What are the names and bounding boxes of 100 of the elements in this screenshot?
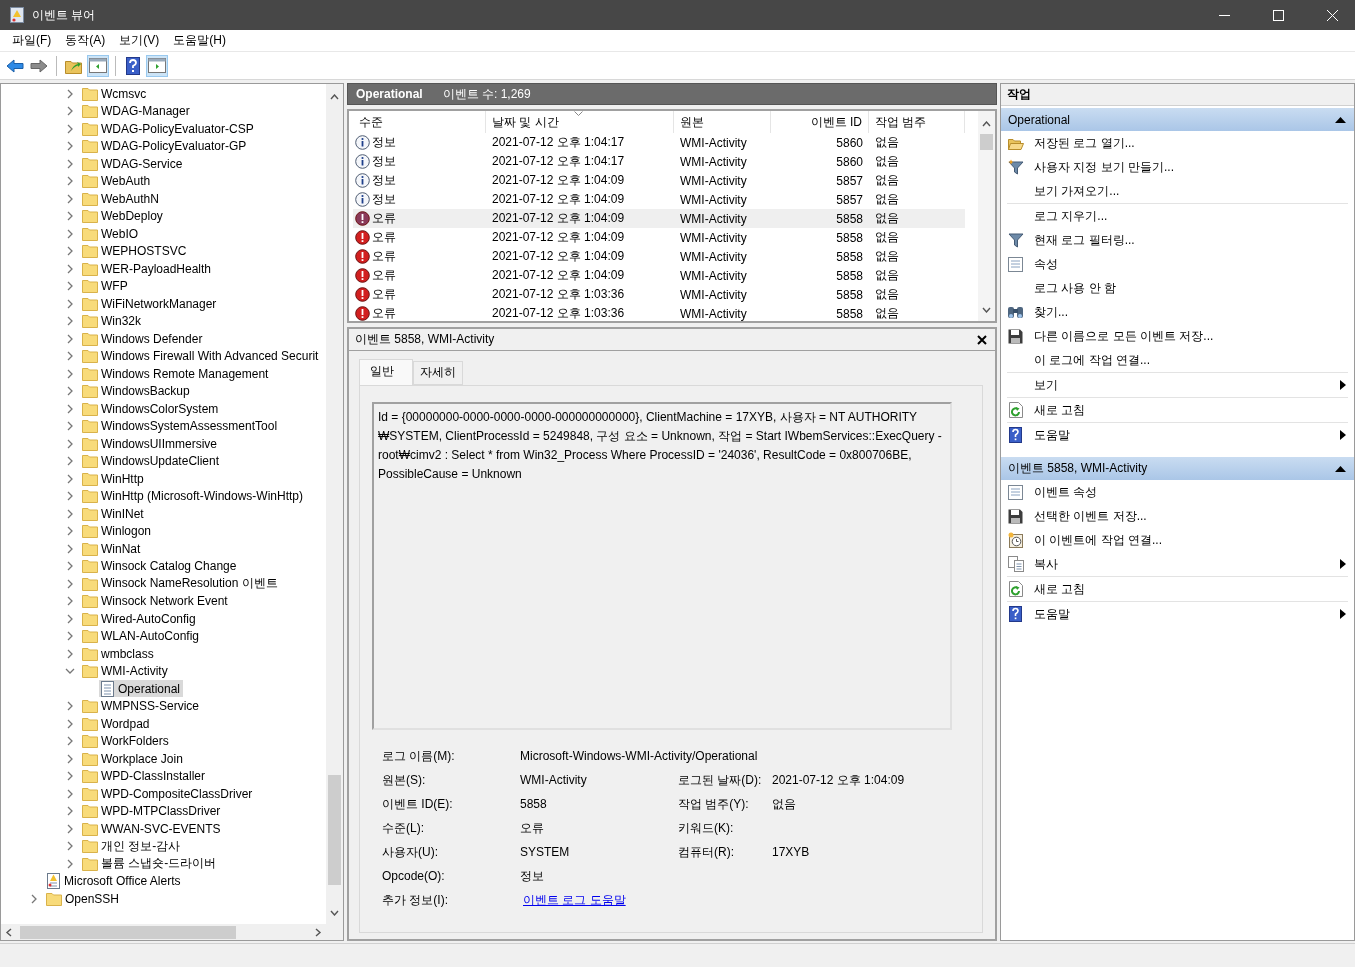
tree-item[interactable]: WindowsUIImmersive: [81, 435, 220, 453]
tree-item[interactable]: WMI-Activity: [81, 662, 171, 680]
scroll-down-icon[interactable]: [982, 307, 991, 313]
chevron-right-icon[interactable]: [65, 613, 75, 624]
chevron-right-icon[interactable]: [65, 106, 75, 117]
chevron-right-icon[interactable]: [65, 561, 75, 572]
chevron-right-icon[interactable]: [65, 771, 75, 782]
tree-item[interactable]: WinNat: [81, 540, 144, 558]
tree-item[interactable]: Wordpad: [81, 715, 153, 733]
action-item[interactable]: 도움말: [1034, 605, 1330, 623]
tree-item[interactable]: Windows Remote Management: [81, 365, 272, 383]
tree-item[interactable]: Winlogon: [81, 522, 155, 540]
chevron-right-icon[interactable]: [65, 491, 75, 502]
section-header[interactable]: 이벤트 5858, WMI-Activity: [1001, 457, 1354, 480]
vertical-scrollbar[interactable]: [326, 84, 343, 924]
chevron-right-icon[interactable]: [65, 438, 75, 449]
tree-item[interactable]: WindowsBackup: [81, 382, 193, 400]
chevron-right-icon[interactable]: [65, 246, 75, 257]
tree-item[interactable]: WinHttp: [81, 470, 147, 488]
tree-item[interactable]: OpenSSH: [45, 890, 123, 908]
tab[interactable]: 자세히: [413, 361, 463, 385]
chevron-right-icon[interactable]: [65, 701, 75, 712]
collapse-caret-icon[interactable]: [1335, 116, 1346, 123]
chevron-right-icon[interactable]: [65, 211, 75, 222]
menu-item[interactable]: 보기(V): [112, 32, 167, 49]
action-pane-toggle-button[interactable]: [146, 54, 168, 77]
action-item[interactable]: 이 이벤트에 작업 연결...: [1034, 531, 1348, 549]
tree-item[interactable]: WindowsUpdateClient: [81, 452, 223, 470]
menu-item[interactable]: 파일(F): [5, 32, 59, 49]
tree-item[interactable]: WebIO: [81, 225, 142, 243]
action-item[interactable]: 로그 지우기...: [1034, 207, 1348, 225]
action-item[interactable]: 사용자 지정 보기 만들기...: [1034, 158, 1348, 176]
scroll-thumb[interactable]: [328, 775, 341, 885]
action-item[interactable]: 도움말: [1034, 426, 1330, 444]
action-item[interactable]: 다른 이름으로 모든 이벤트 저장...: [1034, 327, 1348, 345]
chevron-right-icon[interactable]: [65, 403, 75, 414]
action-item[interactable]: 새로 고침: [1034, 580, 1348, 598]
tree-item[interactable]: Wcmsvc: [81, 85, 150, 103]
action-item[interactable]: 현재 로그 필터링...: [1034, 231, 1348, 249]
help-link[interactable]: 이벤트 로그 도움말: [523, 891, 626, 909]
tree-item[interactable]: Windows Defender: [81, 330, 206, 348]
action-item[interactable]: 보기 가져오기...: [1034, 182, 1348, 200]
tree-pane-toggle-button[interactable]: [87, 54, 109, 77]
tree-item[interactable]: WDAG-Manager: [81, 102, 193, 120]
chevron-right-icon[interactable]: [65, 578, 75, 589]
chevron-right-icon[interactable]: [29, 893, 39, 904]
chevron-right-icon[interactable]: [65, 333, 75, 344]
action-item[interactable]: 이벤트 속성: [1034, 483, 1348, 501]
tree-item[interactable]: WER-PayloadHealth: [81, 260, 215, 278]
tree-item[interactable]: WPD-MTPClassDriver: [81, 802, 224, 820]
chevron-right-icon[interactable]: [65, 263, 75, 274]
chevron-right-icon[interactable]: [65, 386, 75, 397]
action-item[interactable]: 선택한 이벤트 저장...: [1034, 507, 1348, 525]
action-item[interactable]: 찾기...: [1034, 303, 1348, 321]
section-header[interactable]: Operational: [1001, 108, 1354, 131]
tab[interactable]: 일반: [359, 359, 413, 385]
chevron-right-icon[interactable]: [65, 753, 75, 764]
collapse-caret-icon[interactable]: [1335, 465, 1346, 472]
chevron-right-icon[interactable]: [65, 193, 75, 204]
tree-item[interactable]: WebAuth: [81, 172, 154, 190]
chevron-right-icon[interactable]: [65, 421, 75, 432]
action-item[interactable]: 로그 사용 안 함: [1034, 279, 1348, 297]
tree-item[interactable]: WebDeploy: [81, 207, 166, 225]
chevron-right-icon[interactable]: [65, 736, 75, 747]
menu-item[interactable]: 도움말(H): [166, 32, 233, 49]
tree-item[interactable]: WindowsColorSystem: [81, 400, 222, 418]
chevron-right-icon[interactable]: [65, 858, 75, 869]
chevron-right-icon[interactable]: [65, 281, 75, 292]
tree-item[interactable]: WWAN-SVC-EVENTS: [81, 820, 224, 838]
scroll-down-icon[interactable]: [330, 910, 339, 916]
tree-item[interactable]: WinINet: [81, 505, 147, 523]
chevron-right-icon[interactable]: [65, 158, 75, 169]
chevron-right-icon[interactable]: [65, 526, 75, 537]
chevron-right-icon[interactable]: [65, 316, 75, 327]
tree-item[interactable]: 개인 정보-감사: [81, 837, 184, 855]
tree-item[interactable]: WebAuthN: [81, 190, 162, 208]
tree-item[interactable]: Winsock Catalog Change: [81, 557, 240, 575]
action-item[interactable]: 저장된 로그 열기...: [1034, 134, 1348, 152]
chevron-right-icon[interactable]: [65, 298, 75, 309]
tree-item[interactable]: WDAG-Service: [81, 155, 186, 173]
chevron-right-icon[interactable]: [65, 631, 75, 642]
tree-item[interactable]: Win32k: [81, 312, 144, 330]
tree-item[interactable]: Wired-AutoConfig: [81, 610, 199, 628]
description-text[interactable]: Id = {00000000-0000-0000-0000-000000000000}, ClientMachine = 17XYB, 사용자 = NT AUTHORITY ₩SYSTEM, ClientProcessId = 5249848, 구성 요소 = Unknown, 작업 = Start IWbemServices::ExecQuery - root₩cimv2 : Select * from Win32_Process Where ProcessID = '24036', ResultCode = 0x800706BE, PossibleCause = Unknown: [372, 402, 952, 730]
tree-item[interactable]: WEPHOSTSVC: [81, 242, 190, 260]
vertical-scrollbar[interactable]: [978, 111, 995, 321]
tree-item[interactable]: Winsock Network Event: [81, 592, 231, 610]
tree-item[interactable]: Workplace Join: [81, 750, 186, 768]
tree-item[interactable]: WLAN-AutoConfig: [81, 627, 203, 645]
tree-item[interactable]: Winsock NameResolution 이벤트: [81, 575, 281, 593]
tree-item[interactable]: wmbclass: [81, 645, 157, 663]
action-item[interactable]: 속성: [1034, 255, 1348, 273]
chevron-right-icon[interactable]: [65, 823, 75, 834]
chevron-right-icon[interactable]: [65, 141, 75, 152]
scroll-thumb[interactable]: [980, 134, 993, 150]
chevron-right-icon[interactable]: [65, 648, 75, 659]
level-cell[interactable]: 오류: [353, 209, 486, 228]
tree-item[interactable]: WMPNSS-Service: [81, 697, 202, 715]
chevron-right-icon[interactable]: [65, 456, 75, 467]
scroll-up-icon[interactable]: [330, 94, 339, 100]
